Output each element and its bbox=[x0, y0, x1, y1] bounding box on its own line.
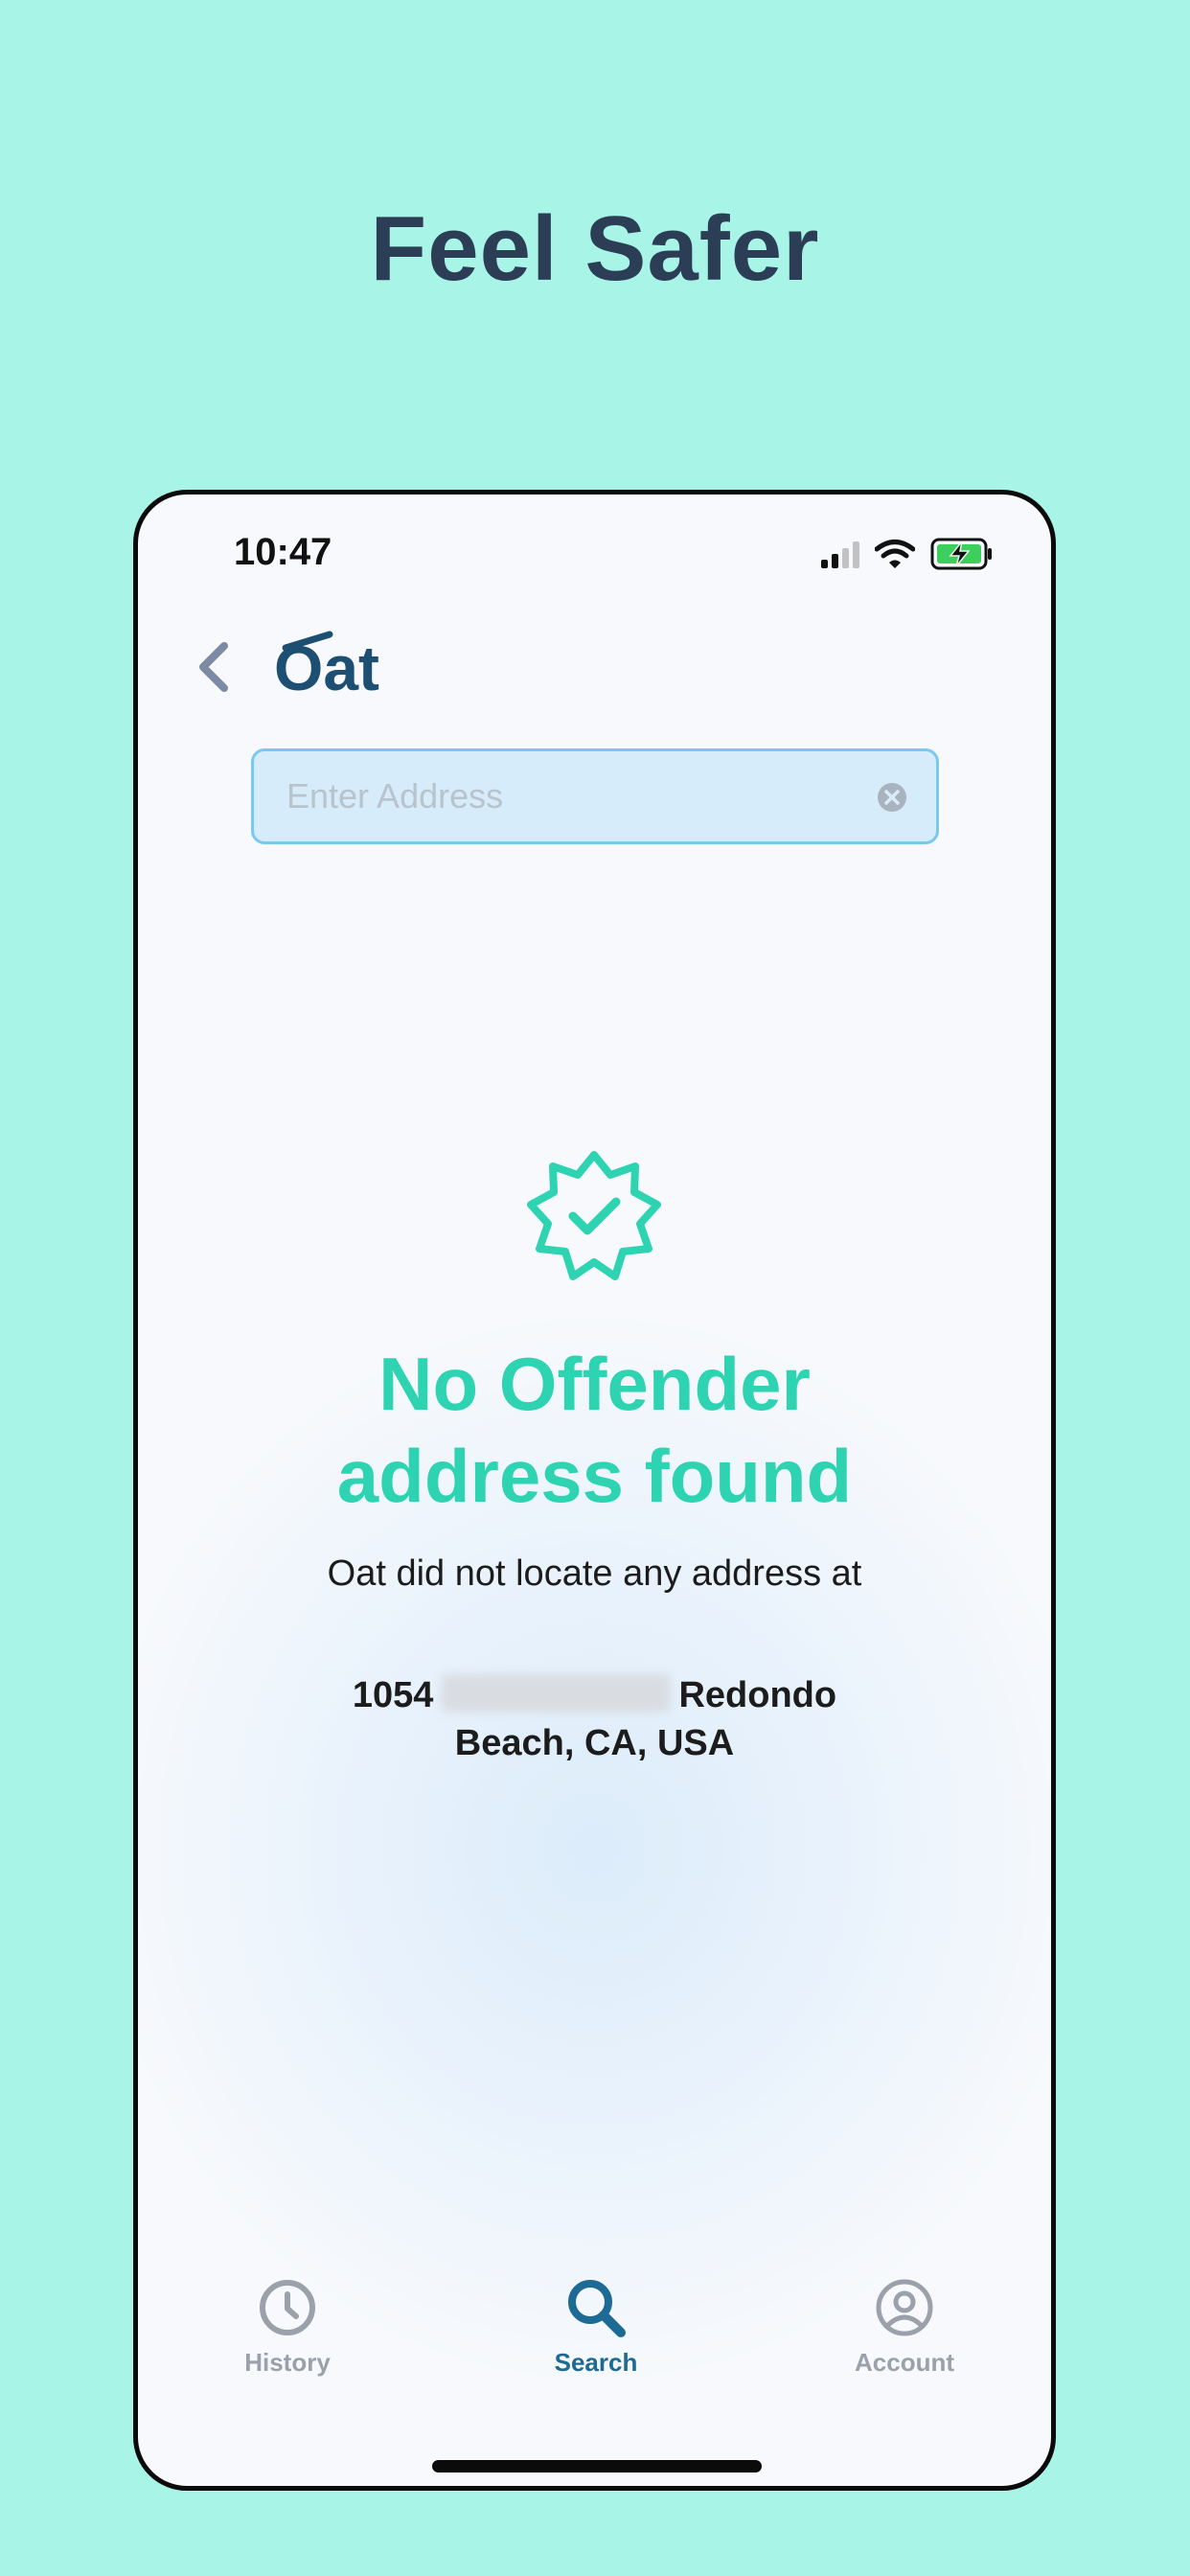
result-title-line2: address found bbox=[336, 1434, 853, 1518]
tab-history-label: History bbox=[244, 2348, 331, 2377]
address-number: 1054 bbox=[352, 1675, 434, 1715]
tab-account[interactable]: Account bbox=[809, 2277, 1000, 2402]
user-circle-icon bbox=[876, 2279, 933, 2336]
search-icon bbox=[568, 2280, 626, 2337]
tab-search[interactable]: Search bbox=[500, 2277, 692, 2402]
cellular-signal-icon bbox=[821, 540, 859, 568]
search-box bbox=[251, 748, 939, 844]
promo-headline: Feel Safer bbox=[370, 197, 820, 300]
result-address: 1054 Redondo Beach, CA, USA bbox=[138, 1671, 1051, 1767]
result-subtitle: Oat did not locate any address at bbox=[327, 1553, 862, 1594]
phone-frame: 10:47 Oat Enter Address No Offender addr… bbox=[133, 490, 1056, 2491]
address-search-input[interactable] bbox=[286, 751, 861, 841]
address-line2: Beach, CA, USA bbox=[454, 1723, 735, 1763]
status-time: 10:47 bbox=[234, 531, 332, 573]
tab-search-label: Search bbox=[554, 2348, 638, 2377]
status-icons bbox=[821, 537, 994, 571]
battery-charging-icon bbox=[930, 538, 992, 570]
app-header: Oat bbox=[138, 610, 1051, 724]
back-button[interactable] bbox=[186, 636, 243, 698]
tab-bar: History Search Account bbox=[138, 2277, 1051, 2411]
tab-account-label: Account bbox=[855, 2348, 954, 2377]
address-line1: 1054 Redondo bbox=[138, 1671, 1051, 1719]
tab-history[interactable]: History bbox=[192, 2277, 383, 2402]
clear-icon[interactable] bbox=[877, 782, 907, 813]
home-indicator[interactable] bbox=[432, 2460, 762, 2472]
address-city: Redondo bbox=[678, 1675, 837, 1715]
clock-icon bbox=[260, 2280, 315, 2335]
oat-logo: Oat bbox=[274, 631, 379, 703]
result-title: No Offender address found bbox=[138, 1338, 1051, 1522]
verified-badge-icon bbox=[527, 1151, 661, 1280]
redacted-street bbox=[441, 1674, 672, 1713]
status-bar: 10:47 bbox=[138, 494, 1051, 600]
result-title-line1: No Offender bbox=[378, 1342, 811, 1426]
wifi-icon bbox=[875, 540, 915, 568]
